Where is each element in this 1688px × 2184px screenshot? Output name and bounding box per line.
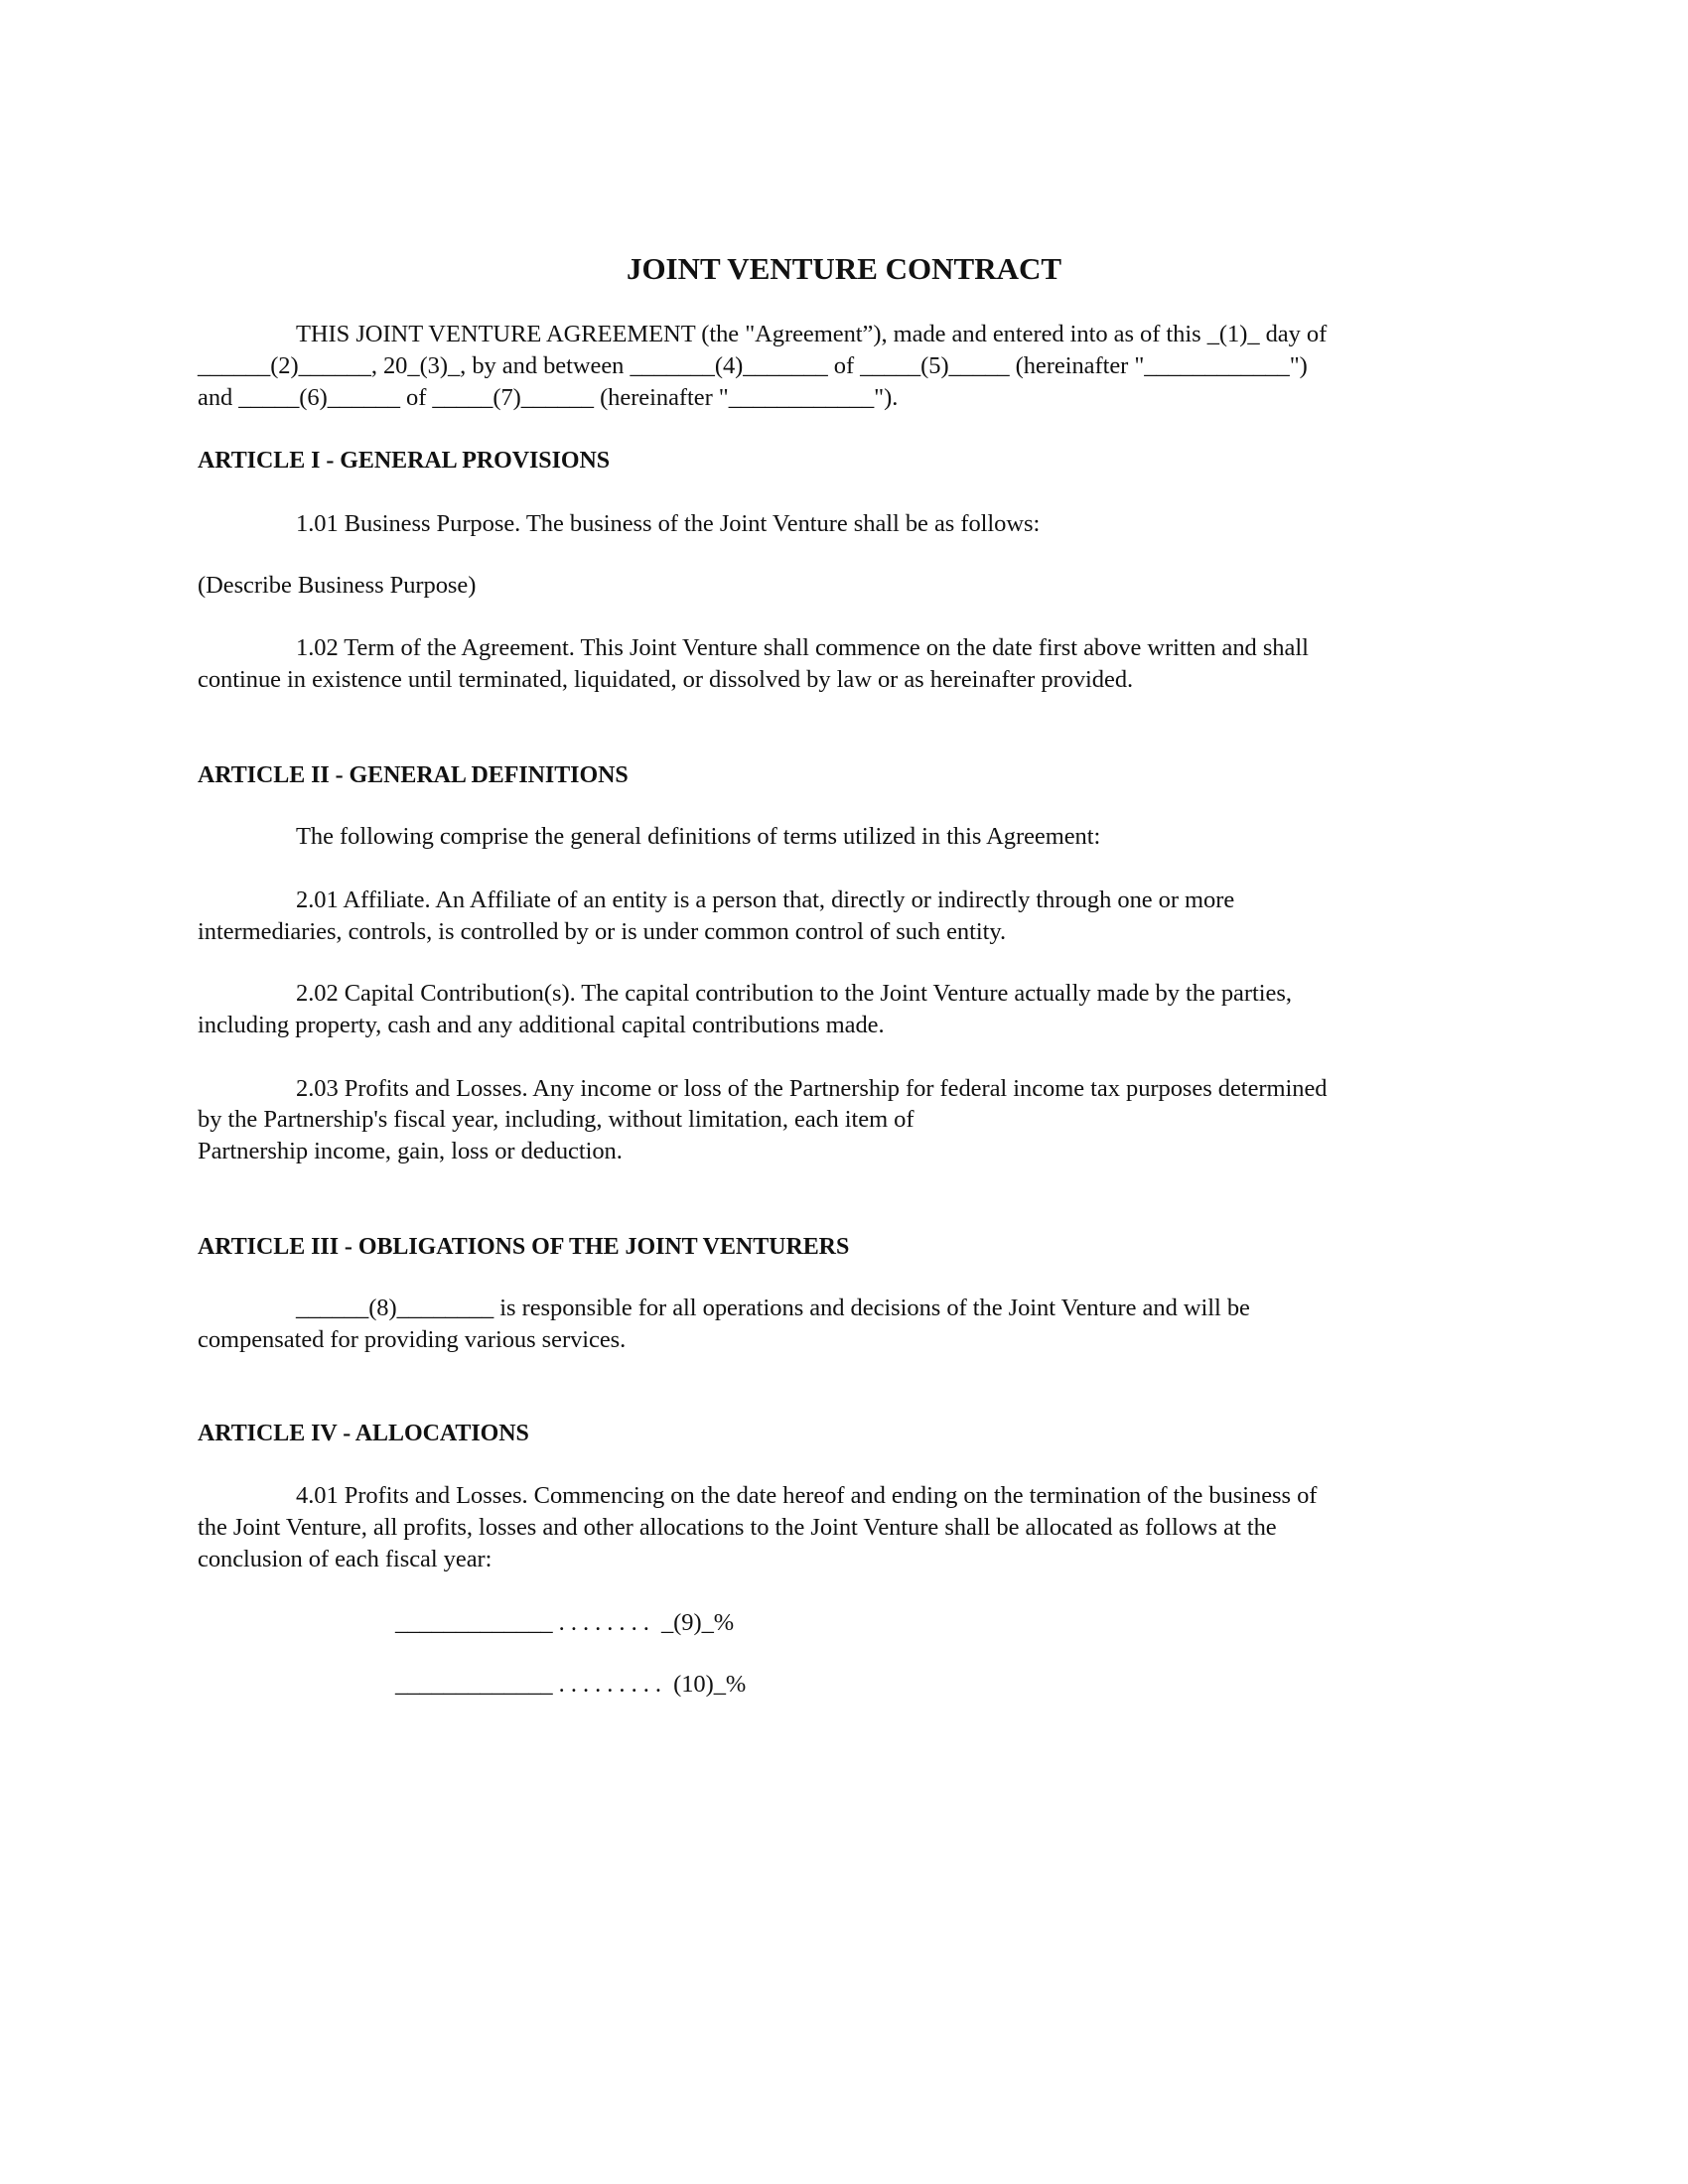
section-2-03-line-2: by the Partnership's fiscal year, includ… xyxy=(198,1106,914,1133)
document-title: JOINT VENTURE CONTRACT xyxy=(626,251,1062,286)
section-2-02-line-1: 2.02 Capital Contribution(s). The capita… xyxy=(296,980,1292,1007)
section-4-01-line-1: 4.01 Profits and Losses. Commencing on t… xyxy=(296,1482,1318,1509)
business-purpose-placeholder: (Describe Business Purpose) xyxy=(198,572,477,599)
document-page: JOINT VENTURE CONTRACT THIS JOINT VENTUR… xyxy=(0,0,1688,2184)
allocation-line-10: _____________ . . . . . . . . . (10)_% xyxy=(395,1671,747,1698)
section-1-02-line-1: 1.02 Term of the Agreement. This Joint V… xyxy=(296,634,1309,661)
obligations-line-2: compensated for providing various servic… xyxy=(198,1326,627,1353)
preamble-line-1: THIS JOINT VENTURE AGREEMENT (the "Agree… xyxy=(296,321,1328,347)
section-4-01-line-2: the Joint Venture, all profits, losses a… xyxy=(198,1514,1277,1541)
allocation-line-9: _____________ . . . . . . . . _(9)_% xyxy=(395,1609,735,1636)
section-4-01-line-3: conclusion of each fiscal year: xyxy=(198,1546,492,1572)
section-2-03-line-3: Partnership income, gain, loss or deduct… xyxy=(198,1138,623,1164)
obligations-line-1: ______(8)________ is responsible for all… xyxy=(296,1295,1250,1321)
section-2-03-line-1: 2.03 Profits and Losses. Any income or l… xyxy=(296,1075,1328,1102)
article-1-heading: ARTICLE I - GENERAL PROVISIONS xyxy=(198,448,611,474)
article-3-heading: ARTICLE III - OBLIGATIONS OF THE JOINT V… xyxy=(198,1234,850,1260)
section-1-02-line-2: continue in existence until terminated, … xyxy=(198,666,1134,693)
preamble-line-2: ______(2)______, 20_(3)_, by and between… xyxy=(198,352,1308,379)
article-2-heading: ARTICLE II - GENERAL DEFINITIONS xyxy=(198,762,629,788)
section-1-01: 1.01 Business Purpose. The business of t… xyxy=(296,510,1041,537)
section-2-01-line-1: 2.01 Affiliate. An Affiliate of an entit… xyxy=(296,887,1235,913)
section-2-01-line-2: intermediaries, controls, is controlled … xyxy=(198,918,1007,945)
article-4-heading: ARTICLE IV - ALLOCATIONS xyxy=(198,1421,529,1446)
section-2-02-line-2: including property, cash and any additio… xyxy=(198,1012,885,1038)
definitions-intro: The following comprise the general defin… xyxy=(296,823,1101,850)
preamble-line-3: and _____(6)______ of _____(7)______ (he… xyxy=(198,384,899,411)
